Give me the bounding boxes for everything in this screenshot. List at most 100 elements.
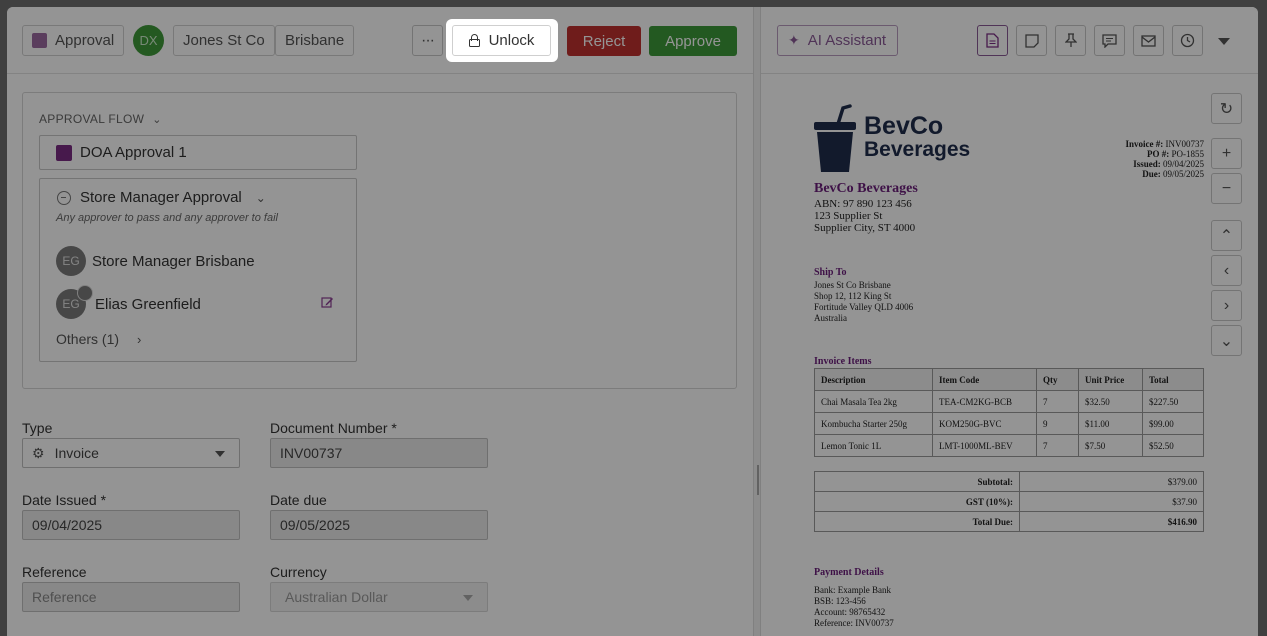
invoice-meta: Invoice #: INV00737 PO #: PO-1855 Issued… — [1126, 139, 1205, 179]
table-row: Chai Masala Tea 2kg TEA-CM2KG-BCB 7 $32.… — [814, 390, 1204, 413]
ai-assistant-button[interactable]: ✦ AI Assistant — [777, 25, 898, 56]
table-cell: $52.50 — [1142, 434, 1204, 457]
date-issued-label: Date Issued * — [22, 492, 107, 508]
chevron-down-icon[interactable]: ⌄ — [1211, 325, 1242, 356]
company-chip[interactable]: Jones St Co — [173, 25, 275, 56]
approval-flow-toggle[interactable]: APPROVAL FLOW ⌄ — [39, 112, 162, 126]
approver-name: Elias Greenfield — [95, 295, 201, 313]
table-cell: Chai Masala Tea 2kg — [814, 390, 933, 413]
ship-to-line: Shop 12, 112 King St — [814, 291, 892, 301]
supplier-abn: ABN: 97 890 123 456 — [814, 198, 912, 210]
payment-details: Bank: Example Bank BSB: 123-456 Account:… — [814, 585, 894, 629]
chevron-up-icon[interactable]: ⌃ — [1211, 220, 1242, 251]
payment-line: Reference: INV00737 — [814, 618, 894, 628]
reference-field[interactable]: Reference — [22, 582, 240, 612]
stage-title: Store Manager Approval — [80, 189, 242, 206]
zoom-in-icon[interactable]: + — [1211, 138, 1242, 169]
approval-color-swatch — [32, 33, 47, 48]
reject-button[interactable]: Reject — [567, 26, 641, 56]
unlock-label: Unlock — [488, 32, 535, 49]
issued-value: 09/04/2025 — [1162, 159, 1204, 169]
type-select[interactable]: ⚙ Invoice — [22, 438, 240, 468]
logo-line-1: BevCo — [864, 112, 944, 140]
magic-wand-icon: ✦ — [788, 32, 800, 48]
caret-down-icon — [463, 595, 473, 601]
gst-value: $37.90 — [1019, 491, 1204, 512]
stage-rule-text: Any approver to pass and any approver to… — [56, 212, 278, 224]
payment-line: Bank: Example Bank — [814, 585, 891, 595]
table-row: Lemon Tonic 1L LMT-1000ML-BEV 7 $7.50 $5… — [814, 434, 1204, 457]
date-due-label: Date due — [270, 492, 327, 508]
approval-stage-card: Store Manager Approval ⌄ Any approver to… — [39, 178, 357, 362]
logo-wordmark: BevCo Beverages — [864, 114, 970, 162]
document-number-field[interactable]: INV00737 — [270, 438, 488, 468]
chevron-right-icon[interactable]: › — [1211, 290, 1242, 321]
table-cell: TEA-CM2KG-BCB — [932, 390, 1037, 413]
table-cell: $32.50 — [1078, 390, 1143, 413]
approve-button[interactable]: Approve — [649, 26, 737, 56]
ship-to-line: Jones St Co Brisbane — [814, 280, 891, 290]
currency-value: Australian Dollar — [285, 589, 388, 605]
others-toggle[interactable]: Others (1) › — [56, 331, 141, 347]
approval-chip[interactable]: Approval — [22, 25, 125, 56]
supplier-name: BevCo Beverages — [814, 181, 918, 196]
due-value: 09/05/2025 — [1162, 169, 1204, 179]
history-icon[interactable] — [1172, 25, 1203, 56]
column-header: Total — [1142, 368, 1204, 391]
total-due-row: Total Due: $416.90 — [814, 511, 1204, 532]
table-row: Kombucha Starter 250g KOM250G-BVC 9 $11.… — [814, 412, 1204, 435]
others-label: Others (1) — [56, 331, 120, 347]
app-window: Approval DX Jones St Co Brisbane ··· Rej… — [7, 7, 1258, 636]
panel-resize-handle[interactable] — [753, 7, 761, 636]
chevron-right-icon: › — [137, 331, 142, 347]
grip-icon — [757, 465, 759, 495]
document-number-label: Document Number * — [270, 420, 397, 436]
note-icon[interactable] — [1016, 25, 1047, 56]
mail-icon[interactable] — [1133, 25, 1164, 56]
currency-label: Currency — [270, 564, 327, 580]
date-due-field[interactable]: 09/05/2025 — [270, 510, 488, 540]
more-options-button[interactable]: ··· — [412, 25, 443, 56]
ai-assistant-label: AI Assistant — [807, 32, 887, 49]
currency-select[interactable]: Australian Dollar — [270, 582, 488, 612]
chevron-left-icon[interactable]: ‹ — [1211, 255, 1242, 286]
date-issued-field[interactable]: 09/04/2025 — [22, 510, 240, 540]
document-icon[interactable] — [977, 25, 1008, 56]
approval-flow-panel: APPROVAL FLOW ⌄ DOA Approval 1 Store Man… — [22, 92, 737, 389]
caret-down-icon[interactable] — [1218, 38, 1230, 45]
table-cell: KOM250G-BVC — [932, 412, 1037, 435]
refresh-icon[interactable]: ↻ — [1211, 93, 1242, 124]
table-cell: $11.00 — [1078, 412, 1143, 435]
comment-icon[interactable] — [1094, 25, 1125, 56]
doa-approval-card[interactable]: DOA Approval 1 — [39, 135, 357, 170]
avatar[interactable]: DX — [133, 25, 164, 56]
gear-icon: ⚙ — [32, 444, 45, 461]
invoice-number-value: INV00737 — [1165, 139, 1205, 149]
payment-line: BSB: 123-456 — [814, 596, 866, 606]
status-badge — [77, 285, 93, 301]
supplier-address-line: 123 Supplier St — [814, 210, 883, 222]
approver-initials: EG — [62, 297, 80, 311]
stage-header[interactable]: Store Manager Approval ⌄ — [57, 189, 266, 206]
subtotal-row: Subtotal: $379.00 — [814, 471, 1204, 492]
table-cell: 9 — [1036, 412, 1079, 435]
reference-label: Reference — [22, 564, 87, 580]
approval-chip-label: Approval — [55, 32, 115, 49]
invoice-number-label: Invoice #: — [1125, 139, 1164, 149]
subtotal-label: Subtotal: — [814, 471, 1020, 492]
ship-to-line: Australia — [814, 313, 847, 323]
table-cell: $7.50 — [1078, 434, 1143, 457]
zoom-out-icon[interactable]: − — [1211, 173, 1242, 204]
table-cell: 7 — [1036, 434, 1079, 457]
pin-icon[interactable] — [1055, 25, 1086, 56]
location-chip[interactable]: Brisbane — [275, 25, 355, 56]
edit-icon[interactable] — [321, 296, 335, 310]
po-number-value: PO-1855 — [1171, 149, 1204, 159]
supplier-address-line: Supplier City, ST 4000 — [814, 222, 916, 234]
column-header: Qty — [1036, 368, 1079, 391]
approver-avatar: EG — [56, 285, 93, 319]
column-header: Unit Price — [1078, 368, 1143, 391]
ship-to-line: Fortitude Valley QLD 4006 — [814, 302, 914, 312]
unlock-button[interactable]: Unlock — [452, 25, 551, 56]
issued-label: Issued: — [1133, 159, 1161, 169]
